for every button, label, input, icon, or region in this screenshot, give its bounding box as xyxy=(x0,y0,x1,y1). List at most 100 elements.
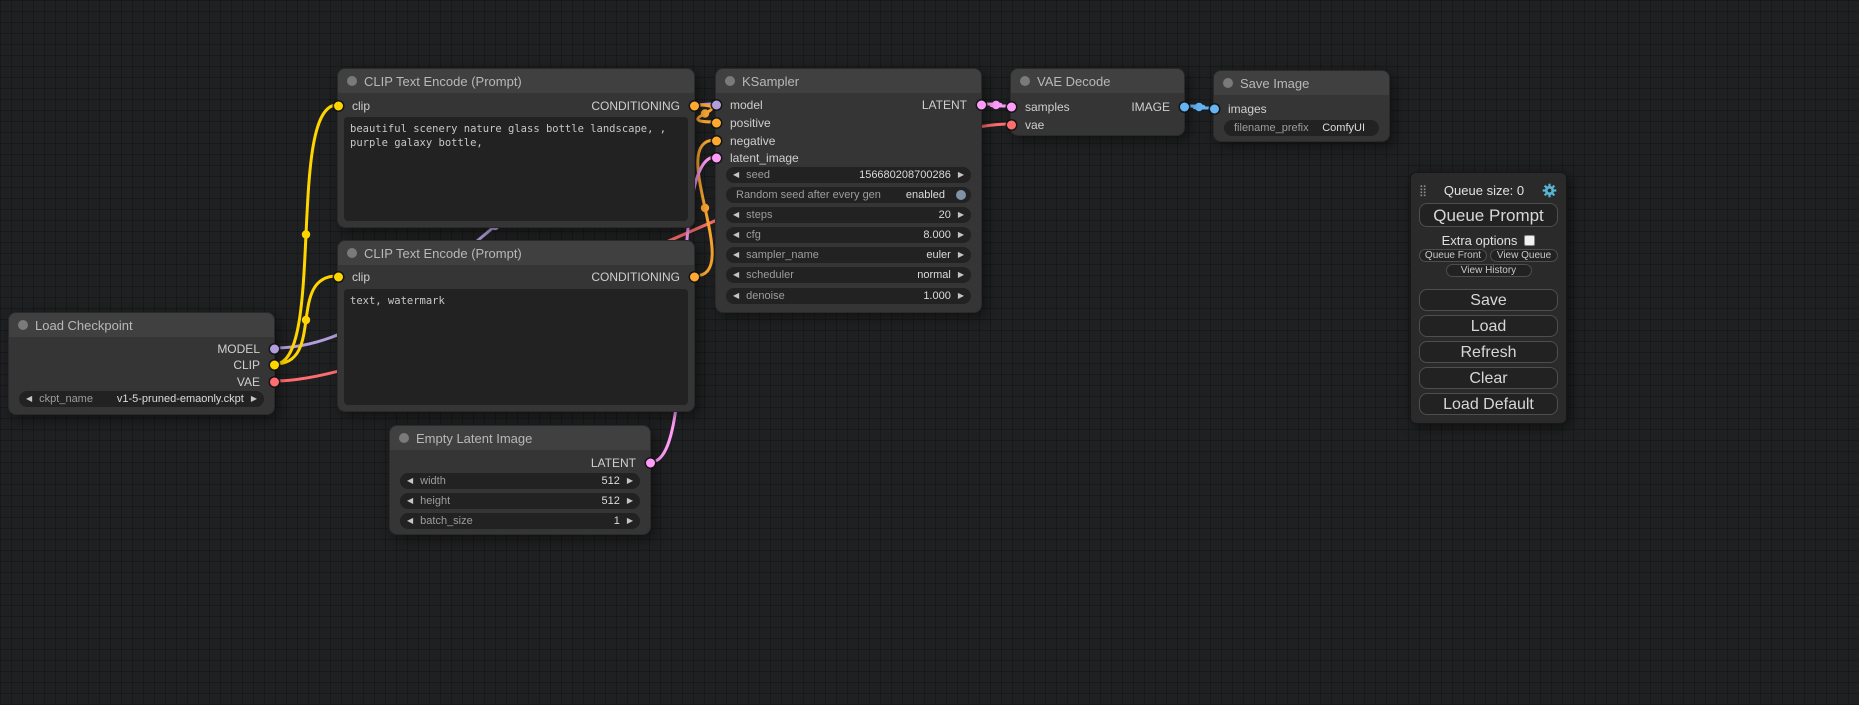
widget-value: 1 xyxy=(614,515,620,527)
decrement-arrow-icon[interactable]: ◀ xyxy=(733,171,739,179)
output-label-vae: VAE xyxy=(237,375,260,389)
increment-arrow-icon[interactable]: ▶ xyxy=(958,171,964,179)
increment-arrow-icon[interactable]: ▶ xyxy=(958,292,964,300)
load-default-button[interactable]: Load Default xyxy=(1419,393,1558,415)
node-empty-latent-image[interactable]: Empty Latent Image LATENT ◀ width 512 ▶ … xyxy=(389,425,651,535)
extra-options-row: Extra options xyxy=(1419,233,1558,247)
widget-denoise[interactable]: ◀ denoise 1.000 ▶ xyxy=(726,288,971,304)
decrement-arrow-icon[interactable]: ◀ xyxy=(733,292,739,300)
decrement-arrow-icon[interactable]: ◀ xyxy=(733,231,739,239)
increment-arrow-icon[interactable]: ▶ xyxy=(958,251,964,259)
increment-arrow-icon[interactable]: ▶ xyxy=(958,211,964,219)
settings-gear-icon[interactable] xyxy=(1541,182,1558,199)
output-row: MODEL xyxy=(217,341,274,357)
node-title: Save Image xyxy=(1240,76,1309,91)
port-conditioning-output[interactable] xyxy=(690,273,699,282)
node-title-bar[interactable]: KSampler xyxy=(716,69,981,93)
port-latent-output[interactable] xyxy=(977,101,986,110)
node-collapse-icon[interactable] xyxy=(725,76,735,86)
port-negative-input[interactable] xyxy=(712,137,721,146)
node-collapse-icon[interactable] xyxy=(399,433,409,443)
widget-label: batch_size xyxy=(420,515,473,527)
prompt-textarea[interactable]: text, watermark xyxy=(344,289,688,405)
widget-filename-prefix[interactable]: filename_prefix ComfyUI xyxy=(1224,120,1379,136)
extra-options-checkbox[interactable] xyxy=(1524,235,1535,246)
load-button[interactable]: Load xyxy=(1419,315,1558,337)
output-row: LATENT xyxy=(591,455,650,471)
widget-scheduler[interactable]: ◀ scheduler normal ▶ xyxy=(726,267,971,283)
decrement-arrow-icon[interactable]: ◀ xyxy=(733,271,739,279)
widget-random-seed-toggle[interactable]: Random seed after every gen enabled xyxy=(726,187,971,203)
toggle-knob-icon[interactable] xyxy=(956,190,966,200)
widget-steps[interactable]: ◀ steps 20 ▶ xyxy=(726,207,971,223)
widget-width[interactable]: ◀ width 512 ▶ xyxy=(400,473,640,489)
node-title-bar[interactable]: Save Image xyxy=(1214,71,1389,95)
widget-ckpt-name[interactable]: ◀ ckpt_name v1-5-pruned-emaonly.ckpt ▶ xyxy=(19,391,264,407)
node-title-bar[interactable]: Empty Latent Image xyxy=(390,426,650,450)
decrement-arrow-icon[interactable]: ◀ xyxy=(407,517,413,525)
node-title-bar[interactable]: CLIP Text Encode (Prompt) xyxy=(338,69,694,93)
widget-height[interactable]: ◀ height 512 ▶ xyxy=(400,493,640,509)
widget-sampler-name[interactable]: ◀ sampler_name euler ▶ xyxy=(726,247,971,263)
node-collapse-icon[interactable] xyxy=(347,76,357,86)
extra-options-label: Extra options xyxy=(1442,233,1518,248)
port-clip-output[interactable] xyxy=(270,361,279,370)
node-title-bar[interactable]: VAE Decode xyxy=(1011,69,1184,93)
widget-seed[interactable]: ◀ seed 156680208700286 ▶ xyxy=(726,167,971,183)
queue-prompt-button[interactable]: Queue Prompt xyxy=(1419,203,1558,227)
increment-arrow-icon[interactable]: ▶ xyxy=(251,395,257,403)
decrement-arrow-icon[interactable]: ◀ xyxy=(733,251,739,259)
widget-cfg[interactable]: ◀ cfg 8.000 ▶ xyxy=(726,227,971,243)
increment-arrow-icon[interactable]: ▶ xyxy=(627,477,633,485)
decrement-arrow-icon[interactable]: ◀ xyxy=(26,395,32,403)
widget-value: 1.000 xyxy=(923,290,951,302)
view-history-button[interactable]: View History xyxy=(1446,264,1532,277)
port-model-input[interactable] xyxy=(712,101,721,110)
drag-handle-icon[interactable]: ⣿ xyxy=(1419,185,1427,196)
comfyui-canvas[interactable]: { "icons": { "arrow_left": "◀", "arrow_r… xyxy=(0,0,1859,705)
node-collapse-icon[interactable] xyxy=(1223,78,1233,88)
port-samples-input[interactable] xyxy=(1007,103,1016,112)
node-load-checkpoint[interactable]: Load Checkpoint MODEL CLIP VAE ◀ ckpt_na… xyxy=(8,312,275,415)
port-vae-output[interactable] xyxy=(270,378,279,387)
increment-arrow-icon[interactable]: ▶ xyxy=(958,271,964,279)
node-clip-text-encode-negative[interactable]: CLIP Text Encode (Prompt) clip CONDITION… xyxy=(337,240,695,412)
widget-value: 512 xyxy=(601,475,619,487)
output-row: CONDITIONING xyxy=(591,98,694,114)
node-collapse-icon[interactable] xyxy=(18,320,28,330)
increment-arrow-icon[interactable]: ▶ xyxy=(958,231,964,239)
port-latent-image-input[interactable] xyxy=(712,154,721,163)
decrement-arrow-icon[interactable]: ◀ xyxy=(407,497,413,505)
node-collapse-icon[interactable] xyxy=(347,248,357,258)
view-queue-button[interactable]: View Queue xyxy=(1490,249,1558,262)
port-model-output[interactable] xyxy=(270,345,279,354)
output-label-conditioning: CONDITIONING xyxy=(591,270,680,284)
node-title-bar[interactable]: CLIP Text Encode (Prompt) xyxy=(338,241,694,265)
node-collapse-icon[interactable] xyxy=(1020,76,1030,86)
port-latent-output[interactable] xyxy=(646,459,655,468)
port-conditioning-output[interactable] xyxy=(690,102,699,111)
prompt-textarea[interactable]: beautiful scenery nature glass bottle la… xyxy=(344,117,688,221)
decrement-arrow-icon[interactable]: ◀ xyxy=(407,477,413,485)
node-vae-decode[interactable]: VAE Decode samples vae IMAGE xyxy=(1010,68,1185,136)
increment-arrow-icon[interactable]: ▶ xyxy=(627,517,633,525)
save-button[interactable]: Save xyxy=(1419,289,1558,311)
port-vae-input[interactable] xyxy=(1007,121,1016,130)
widget-value: euler xyxy=(926,249,950,261)
port-clip-input[interactable] xyxy=(334,273,343,282)
widget-batch-size[interactable]: ◀ batch_size 1 ▶ xyxy=(400,513,640,529)
port-positive-input[interactable] xyxy=(712,119,721,128)
port-image-output[interactable] xyxy=(1180,103,1189,112)
node-title-bar[interactable]: Load Checkpoint xyxy=(9,313,274,337)
port-clip-input[interactable] xyxy=(334,102,343,111)
port-images-input[interactable] xyxy=(1210,105,1219,114)
node-save-image[interactable]: Save Image images filename_prefix ComfyU… xyxy=(1213,70,1390,142)
queue-front-button[interactable]: Queue Front xyxy=(1419,249,1487,262)
input-label-images: images xyxy=(1228,102,1267,116)
clear-button[interactable]: Clear xyxy=(1419,367,1558,389)
increment-arrow-icon[interactable]: ▶ xyxy=(627,497,633,505)
refresh-button[interactable]: Refresh xyxy=(1419,341,1558,363)
node-clip-text-encode-positive[interactable]: CLIP Text Encode (Prompt) clip CONDITION… xyxy=(337,68,695,228)
node-ksampler[interactable]: KSampler model positive negative latent_… xyxy=(715,68,982,313)
decrement-arrow-icon[interactable]: ◀ xyxy=(733,211,739,219)
